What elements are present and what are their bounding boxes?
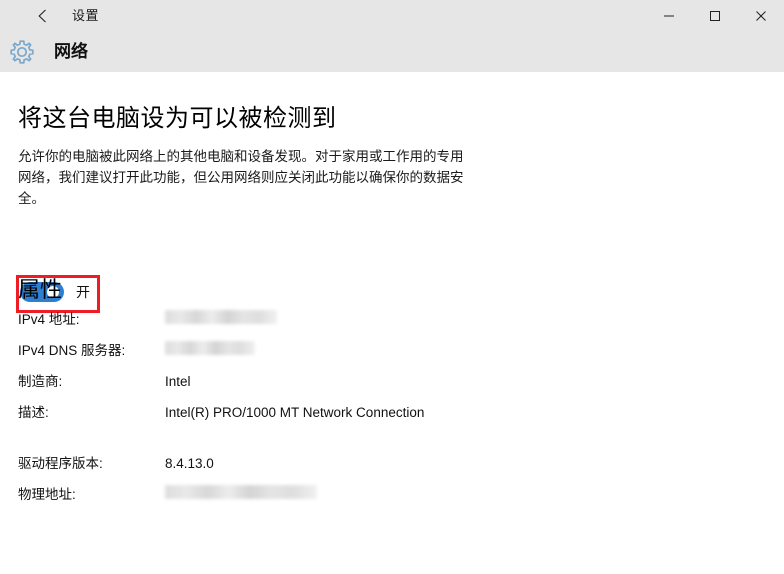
title-bar: 设置 <box>0 0 784 32</box>
page-title: 将这台电脑设为可以被检测到 <box>18 105 337 132</box>
redacted-value <box>165 310 277 324</box>
page-header: 网络 <box>0 32 784 72</box>
minimize-icon <box>664 15 674 17</box>
property-value: Intel(R) PRO/1000 MT Network Connection <box>165 405 425 420</box>
property-row: 描述: Intel(R) PRO/1000 MT Network Connecti… <box>0 403 784 453</box>
property-label: 物理地址: <box>18 487 76 502</box>
property-row: 制造商: Intel <box>0 372 784 402</box>
back-button[interactable] <box>32 3 62 29</box>
close-icon <box>756 11 766 21</box>
toggle-state-label: 开 <box>76 284 90 300</box>
settings-content: 将这台电脑设为可以被检测到 允许你的电脑被此网络上的其他电脑和设备发现。对于家用… <box>0 72 784 574</box>
page-description: 允许你的电脑被此网络上的其他电脑和设备发现。对于家用或工作用的专用网络，我们建议… <box>18 149 464 206</box>
gear-icon <box>8 38 36 66</box>
property-row: IPv4 地址: <box>0 310 784 340</box>
property-value: 8.4.13.0 <box>165 456 214 471</box>
redacted-value <box>165 341 255 355</box>
property-label: IPv4 地址: <box>18 312 80 327</box>
back-arrow-icon <box>38 9 46 23</box>
close-button[interactable] <box>738 0 784 32</box>
property-value: Intel <box>165 374 191 389</box>
property-row: IPv4 DNS 服务器: <box>0 341 784 371</box>
properties-heading: 属性 <box>18 277 63 302</box>
header-title: 网络 <box>54 42 88 61</box>
property-value <box>165 310 277 340</box>
property-value <box>165 341 255 371</box>
property-label: 描述: <box>18 405 49 420</box>
property-label: 制造商: <box>18 374 63 389</box>
window-title: 设置 <box>72 8 100 23</box>
maximize-icon <box>710 11 720 21</box>
settings-window: 设置 网络 将这台电脑设为可以被检测到 允许你的电脑被此网络上的其他电脑和设备发… <box>0 0 784 574</box>
property-label: IPv4 DNS 服务器: <box>18 343 126 358</box>
redacted-value <box>165 485 317 499</box>
maximize-button[interactable] <box>692 0 738 32</box>
window-controls <box>646 0 784 32</box>
property-row: 物理地址: <box>0 485 784 515</box>
minimize-button[interactable] <box>646 0 692 32</box>
properties-list: IPv4 地址: IPv4 DNS 服务器: 制造商: Intel 描述: Intel(R… <box>0 310 784 516</box>
property-label: 驱动程序版本: <box>18 456 103 471</box>
property-row: 驱动程序版本: 8.4.13.0 <box>0 454 784 484</box>
property-value <box>165 485 317 515</box>
